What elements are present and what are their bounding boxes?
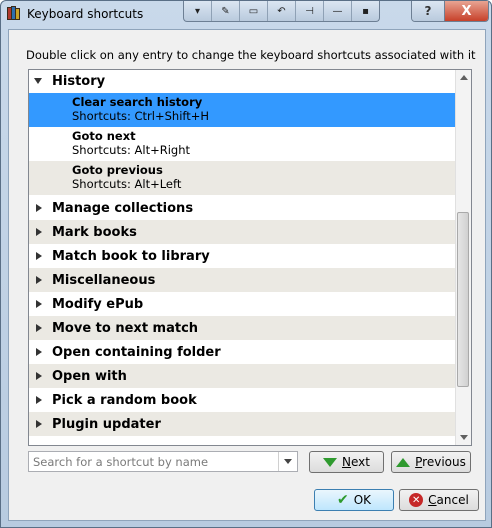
previous-button[interactable]: Previous [391,451,471,473]
minimize-icon[interactable]: — [324,1,352,21]
collapsed-arrow-icon[interactable] [36,300,42,308]
tree-category[interactable]: Mark books [29,220,455,244]
shortcut-name: Goto next [72,129,136,143]
title-bar[interactable]: Keyboard shortcuts ▾ ✎ ▭ ↶ ⊣ — ▪ ? X [1,1,491,27]
ok-label: OK [353,493,372,507]
tree-category[interactable]: Modify ePub [29,292,455,316]
category-label: Modify ePub [52,297,144,312]
tree-category[interactable]: Plugin updater [29,412,455,436]
window-title: Keyboard shortcuts [27,7,144,21]
restore-icon[interactable]: ▪ [352,1,379,21]
cancel-button[interactable]: ✕ Cancel [399,489,479,511]
dialog-body: Double click on any entry to change the … [8,29,486,521]
search-placeholder: Search for a shortcut by name [33,455,209,469]
wrench-icon[interactable]: ✎ [212,1,240,21]
collapse-icon[interactable]: ▾ [184,1,212,21]
search-dropdown-icon[interactable] [278,452,297,471]
collapsed-arrow-icon[interactable] [36,348,42,356]
cancel-icon: ✕ [409,493,424,507]
shortcut-keys: Shortcuts: Alt+Left [72,177,182,191]
category-label: Miscellaneous [52,273,156,288]
tree-category[interactable]: Match book to library [29,244,455,268]
tree-category[interactable]: Pick a random book [29,388,455,412]
shortcut-row[interactable]: Goto previous Shortcuts: Alt+Left [29,161,455,195]
tree-category[interactable]: Open with [29,364,455,388]
shortcut-name: Goto previous [72,163,163,177]
collapsed-arrow-icon[interactable] [36,396,42,404]
shortcut-name: Clear search history [72,95,203,109]
tree-category-history[interactable]: History [29,70,455,92]
help-button[interactable]: ? [412,1,445,21]
pin-icon[interactable]: ⊣ [296,1,324,21]
close-button[interactable]: X [445,1,488,21]
undo-icon[interactable]: ↶ [268,1,296,21]
category-label: Match book to library [52,249,210,264]
tree-category[interactable]: Miscellaneous [29,268,455,292]
shortcut-keys: Shortcuts: Ctrl+Shift+H [72,109,210,123]
window-icon[interactable]: ▭ [240,1,268,21]
category-label: History [52,74,106,89]
category-label: Pick a random book [52,393,197,408]
collapsed-arrow-icon[interactable] [36,228,42,236]
shortcut-keys: Shortcuts: Alt+Right [72,143,190,157]
tree-category[interactable]: Move to next match [29,316,455,340]
scroll-up-icon[interactable] [456,70,471,85]
books-icon [7,6,21,20]
tree-category[interactable]: Manage collections [29,196,455,220]
window-controls: ? X [411,1,489,22]
shortcut-row[interactable]: Goto next Shortcuts: Alt+Right [29,127,455,161]
collapsed-arrow-icon[interactable] [36,420,42,428]
category-label: Manage collections [52,201,194,216]
collapsed-arrow-icon[interactable] [36,252,42,260]
up-arrow-icon [396,457,411,467]
collapsed-arrow-icon[interactable] [36,276,42,284]
tree-category[interactable]: Open containing folder [29,340,455,364]
search-input[interactable]: Search for a shortcut by name [28,451,298,472]
dialog-window: Keyboard shortcuts ▾ ✎ ▭ ↶ ⊣ — ▪ ? X Dou… [0,0,492,528]
category-label: Open with [52,369,127,384]
down-arrow-icon [323,457,338,467]
collapsed-arrow-icon[interactable] [36,372,42,380]
collapsed-arrow-icon[interactable] [36,204,42,212]
scrollbar-thumb[interactable] [457,212,469,387]
next-label: Next [342,455,370,469]
titlebar-toolbar: ▾ ✎ ▭ ↶ ⊣ — ▪ [183,1,380,22]
shortcuts-tree[interactable]: History Clear search history Shortcuts: … [28,69,472,446]
ok-button[interactable]: ✔ OK [314,489,394,511]
cancel-label: Cancel [428,493,469,507]
previous-label: Previous [415,455,466,469]
category-label: Move to next match [52,321,199,336]
checkmark-icon: ✔ [336,492,349,508]
category-label: Open containing folder [52,345,221,360]
expanded-arrow-icon[interactable] [34,78,42,84]
category-label: Mark books [52,225,137,240]
next-button[interactable]: Next [309,451,384,473]
collapsed-arrow-icon[interactable] [36,324,42,332]
scroll-down-icon[interactable] [456,430,471,445]
instruction-text: Double click on any entry to change the … [26,48,476,62]
vertical-scrollbar[interactable] [455,70,471,445]
shortcut-row[interactable]: Clear search history Shortcuts: Ctrl+Shi… [29,93,455,127]
category-label: Plugin updater [52,417,161,432]
